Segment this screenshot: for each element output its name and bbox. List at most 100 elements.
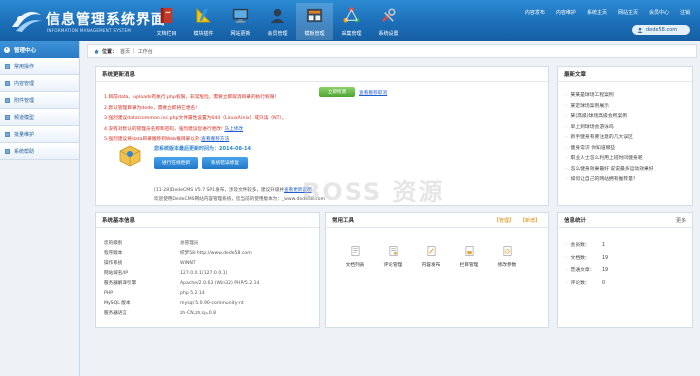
info-value: mysql 5.0.90-community-nt xyxy=(180,301,244,306)
tool-columns[interactable]: 栏目管理 xyxy=(450,246,488,268)
nav-item-site-update[interactable]: 网站更新 xyxy=(222,3,259,40)
tool-doc-list[interactable]: 文档列表 xyxy=(336,246,374,268)
tool-label: 文档列表 xyxy=(345,263,365,268)
sidebar-item-attachments[interactable]: 附件管理 xyxy=(0,92,79,109)
square-icon xyxy=(5,148,10,154)
square-icon xyxy=(5,80,10,86)
info-value: zh-CN,zh;q=0.8 xyxy=(180,311,217,316)
article-link[interactable]: 健身常识 你知道哪些 xyxy=(566,144,654,155)
square-icon xyxy=(5,131,10,137)
sidebar-heading[interactable]: 管理中心 xyxy=(0,41,79,58)
panel-title: 最新文章 xyxy=(558,67,692,82)
tool-label: 评论管理 xyxy=(383,263,403,268)
stat-row: 文档数：19 xyxy=(566,253,609,266)
manage-link[interactable]: 【管理】 xyxy=(494,217,514,224)
sidebar-item-help[interactable]: 系统帮助 xyxy=(0,143,79,160)
play-icon xyxy=(4,46,10,53)
article-list: 某某是球场工程案例 某定球场案例展示 某(高级)球场高级会所案例 早上到球场会游… xyxy=(566,91,654,186)
table-row: 程序版本 织梦58-http://www.dede58.com xyxy=(104,249,259,259)
nav-item-settings[interactable]: 系统设置 xyxy=(370,3,407,40)
panel-title: 信息统计 xyxy=(558,213,692,228)
sidebar-item-channel-models[interactable]: 频道模型 xyxy=(0,109,79,126)
nav-item-modules[interactable]: 模块插件 xyxy=(185,3,222,40)
main-nav: 文档栏目 模块插件 网站更新 会员管理 模板管理 采集管理 系统设置 xyxy=(148,3,407,41)
sidebar-item-label: 批量维护 xyxy=(14,131,35,138)
info-key: MySQL 版本 xyxy=(104,301,131,306)
online-update-button[interactable]: 进行在线更新 xyxy=(154,157,198,169)
error-repair-button[interactable]: 系统错误修复 xyxy=(202,157,248,169)
table-row: 网站域名/IP 127.0.0.1(127.0.0.1) xyxy=(104,269,259,279)
sidebar-item-label: 附件管理 xyxy=(14,97,35,104)
stat-value: 1 xyxy=(602,243,606,248)
top-link-logout[interactable]: 注销 xyxy=(680,9,690,16)
article-link[interactable]: 某(高级)球场高级会所案例 xyxy=(566,112,654,123)
sidebar-item-batch[interactable]: 批量维护 xyxy=(0,126,79,143)
top-link-site-home[interactable]: 网站主页 xyxy=(618,9,638,16)
move-dir-link[interactable]: 查看搬移方法 xyxy=(201,137,229,142)
system-info-table: 您的级别 总管理员 程序版本 织梦58-http://www.dede58.com … xyxy=(104,239,259,319)
nav-label-templates: 模板管理 xyxy=(304,31,325,37)
square-icon xyxy=(5,97,10,103)
square-icon xyxy=(5,114,10,120)
info-key: PHP xyxy=(104,291,113,296)
more-link[interactable]: 更多 xyxy=(676,217,686,224)
tool-comments[interactable]: 评论管理 xyxy=(374,246,412,268)
tools-icon xyxy=(381,8,396,23)
top-link-maintain[interactable]: 内容维护 xyxy=(556,9,576,16)
logo-icon xyxy=(12,11,42,32)
table-row: PHP php 5.2.14 xyxy=(104,289,259,299)
nav-label-docs: 文档栏目 xyxy=(156,31,177,37)
system-info-panel: 系统基本信息 您的级别 总管理员 程序版本 织梦58-http://www.dede… xyxy=(95,212,320,328)
info-key: 服务器解译引擎 xyxy=(104,281,137,286)
stat-value: 19 xyxy=(602,255,609,261)
table-row: MySQL 版本 mysql 5.0.90-community-nt xyxy=(104,299,259,309)
folder-document-icon xyxy=(465,246,473,256)
stat-key: 评论数： xyxy=(566,278,602,291)
info-value: 127.0.0.1(127.0.0.1) xyxy=(180,271,228,276)
article-link[interactable]: 某某是球场工程案例 xyxy=(566,91,654,102)
stat-row: 会员数：1 xyxy=(566,240,608,253)
breadcrumb-home[interactable]: 首页 xyxy=(120,48,130,55)
version-text: 您系统版本最后更新时间为：2014-08-14 xyxy=(154,146,251,152)
notice-list: 1.目前data、uploads有执行.php权限，非常危险，需要立即取消目录的… xyxy=(104,93,544,146)
sidebar-item-common[interactable]: 常用操作 xyxy=(0,58,79,75)
tool-list: 文档列表 评论管理 内容发布 栏目管理 修改参数 xyxy=(336,246,526,268)
top-link-publish[interactable]: 内容发布 xyxy=(525,9,545,16)
change-password-link[interactable]: 马上修改 xyxy=(224,127,243,132)
article-link[interactable]: 新手健身有要注意的几大误区 xyxy=(566,133,654,144)
tool-label: 修改参数 xyxy=(497,263,517,268)
sidebar-item-label: 频道模型 xyxy=(14,114,35,121)
tool-settings[interactable]: 修改参数 xyxy=(488,246,526,268)
info-value: 总管理员 xyxy=(180,241,199,246)
notice-text: 2.默认管理目录为dede，需要立即将它更名! xyxy=(104,105,198,111)
tool-publish[interactable]: 内容发布 xyxy=(412,246,450,268)
article-link[interactable]: 怎么健身效果最好 说说最多运动效果好 xyxy=(566,165,654,176)
sidebar-item-content[interactable]: 内容管理 xyxy=(0,75,79,92)
nav-item-templates[interactable]: 模板管理 xyxy=(296,3,333,40)
user-name: dede58.com xyxy=(646,27,678,33)
statistics-panel: 信息统计 更多 会员数：1 文档数：19 普通文章：19 评论数：0 xyxy=(557,212,693,328)
cancel-link[interactable]: 查看搬移取消 xyxy=(359,90,387,96)
top-link-system-home[interactable]: 系统主页 xyxy=(587,9,607,16)
nav-item-docs[interactable]: 文档栏目 xyxy=(148,3,185,40)
user-badge[interactable]: dede58.com xyxy=(632,25,690,35)
ruler-pencil-icon xyxy=(196,7,212,23)
nav-item-collect[interactable]: 采集管理 xyxy=(333,3,370,40)
home-icon xyxy=(94,49,99,53)
top-links: 内容发布 内容维护 系统主页 网站主页 会员中心 注销 xyxy=(514,9,690,16)
article-link[interactable]: 某定球场案例展示 xyxy=(566,102,654,113)
sidebar-item-label: 内容管理 xyxy=(14,80,35,87)
article-link[interactable]: 职业人士怎么利用上班时间健身呢 xyxy=(566,154,654,165)
info-value: Apache/2.0.63 (Win32) PHP/5.2.14 xyxy=(180,281,260,286)
article-link[interactable]: 早上到球场会游泳吗 xyxy=(566,123,654,134)
info-value: 织梦58-http://www.dede58.com xyxy=(180,251,252,256)
check-now-button[interactable]: 立即检测 xyxy=(319,87,355,97)
top-link-member-center[interactable]: 会员中心 xyxy=(649,9,669,16)
add-link[interactable]: 【新增】 xyxy=(520,217,540,224)
release-info: [11-28]DedeCMS V5.7 SP1发布，涉及文件较多，建议升级并查看… xyxy=(154,187,312,193)
article-link[interactable]: 如何让自己的网站拥有推荐量？ xyxy=(566,175,654,186)
nav-label-settings: 系统设置 xyxy=(378,31,399,37)
template-icon xyxy=(306,8,323,23)
nav-label-modules: 模块插件 xyxy=(193,31,214,37)
nav-item-members[interactable]: 会员管理 xyxy=(259,3,296,40)
